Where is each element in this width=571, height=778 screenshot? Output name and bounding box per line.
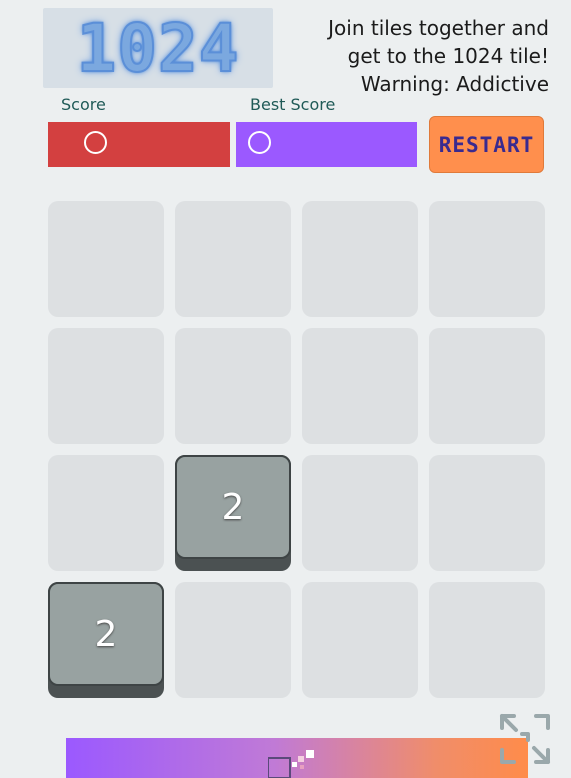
logo-text: 1024	[76, 9, 240, 88]
tile-value: 2	[175, 455, 291, 559]
puzzle-pieces-icon	[268, 750, 314, 778]
game-logo: 1024	[43, 8, 273, 88]
empty-cell	[302, 328, 418, 444]
number-tile: 2	[175, 455, 291, 571]
empty-cell	[48, 455, 164, 571]
empty-cell	[48, 328, 164, 444]
tagline: Join tiles together and get to the 1024 …	[299, 14, 549, 98]
empty-cell	[429, 201, 545, 317]
empty-cell	[302, 201, 418, 317]
empty-cell	[175, 582, 291, 698]
score-label: Score	[61, 95, 106, 114]
best-score-box: 0	[236, 122, 417, 167]
score-value: 0	[84, 131, 107, 154]
best-score-label: Best Score	[250, 95, 336, 114]
empty-cell	[175, 201, 291, 317]
number-tile: 2	[48, 582, 164, 698]
score-box: 0	[48, 122, 230, 167]
empty-cell	[429, 455, 545, 571]
tagline-line: Warning: Addictive	[360, 72, 549, 96]
tile-value: 2	[48, 582, 164, 686]
empty-cell	[429, 328, 545, 444]
tagline-line: Join tiles together and	[328, 16, 549, 40]
fullscreen-icon[interactable]	[498, 712, 552, 766]
empty-cell	[48, 201, 164, 317]
tagline-line: get to the 1024 tile!	[347, 44, 549, 68]
restart-button[interactable]: RESTART	[429, 116, 544, 173]
empty-cell	[302, 455, 418, 571]
empty-cell	[302, 582, 418, 698]
empty-cell	[429, 582, 545, 698]
empty-cell	[175, 328, 291, 444]
best-score-value: 0	[248, 131, 271, 154]
